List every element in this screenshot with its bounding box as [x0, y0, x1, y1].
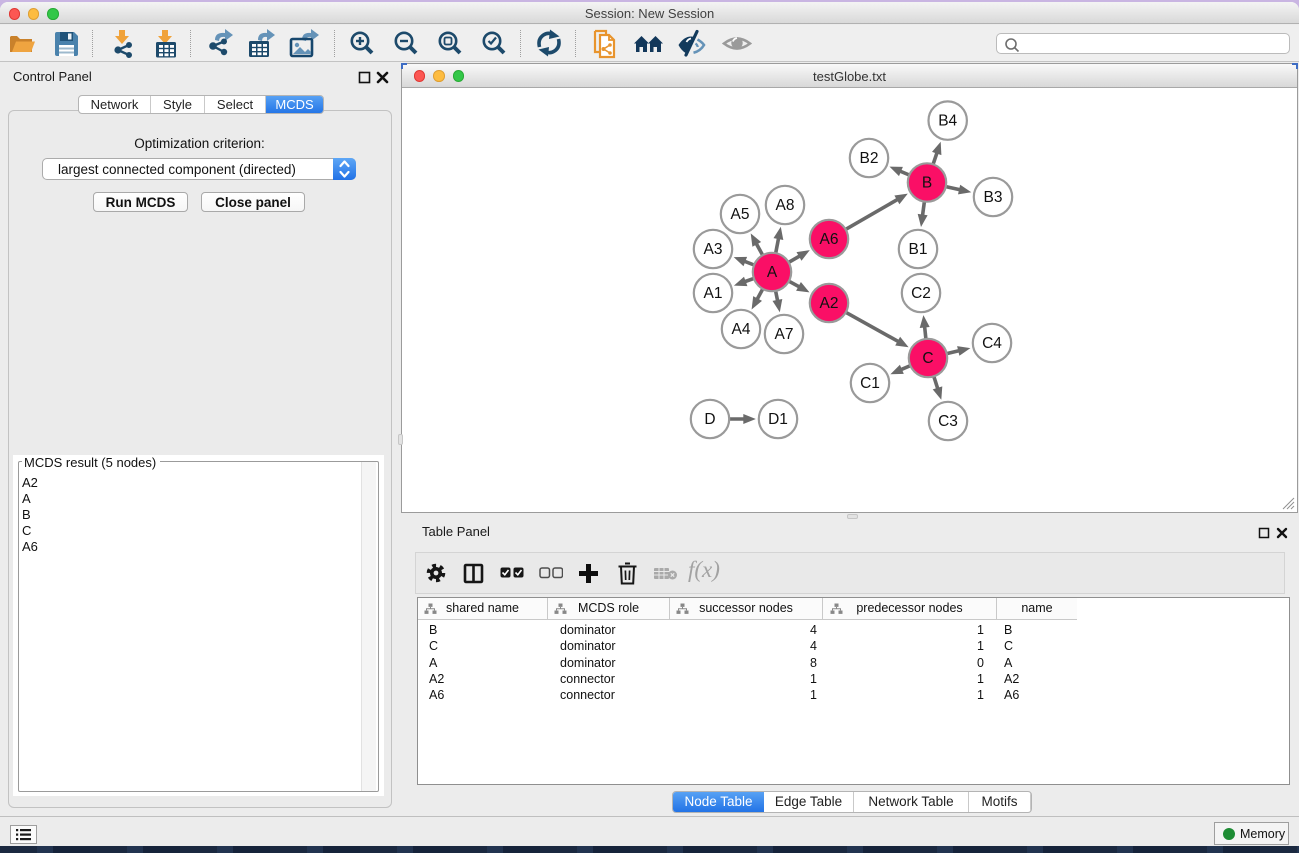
- svg-text:C4: C4: [982, 335, 1002, 352]
- svg-text:A7: A7: [775, 326, 794, 343]
- svg-text:A2: A2: [820, 295, 839, 312]
- svg-text:B4: B4: [938, 113, 957, 130]
- svg-text:A5: A5: [731, 206, 750, 223]
- svg-text:B2: B2: [860, 150, 879, 167]
- svg-text:D1: D1: [768, 411, 788, 428]
- svg-text:C2: C2: [911, 285, 931, 302]
- svg-text:A1: A1: [704, 285, 723, 302]
- svg-text:D: D: [704, 411, 715, 428]
- svg-text:B3: B3: [984, 189, 1003, 206]
- svg-text:C: C: [922, 350, 933, 367]
- svg-text:C1: C1: [860, 375, 880, 392]
- svg-text:B1: B1: [909, 241, 928, 258]
- svg-text:C3: C3: [938, 413, 958, 430]
- svg-text:A3: A3: [704, 241, 723, 258]
- svg-text:A8: A8: [776, 197, 795, 214]
- svg-text:A4: A4: [732, 321, 751, 338]
- svg-text:A: A: [767, 264, 778, 281]
- svg-text:A6: A6: [820, 231, 839, 248]
- svg-text:B: B: [922, 175, 932, 192]
